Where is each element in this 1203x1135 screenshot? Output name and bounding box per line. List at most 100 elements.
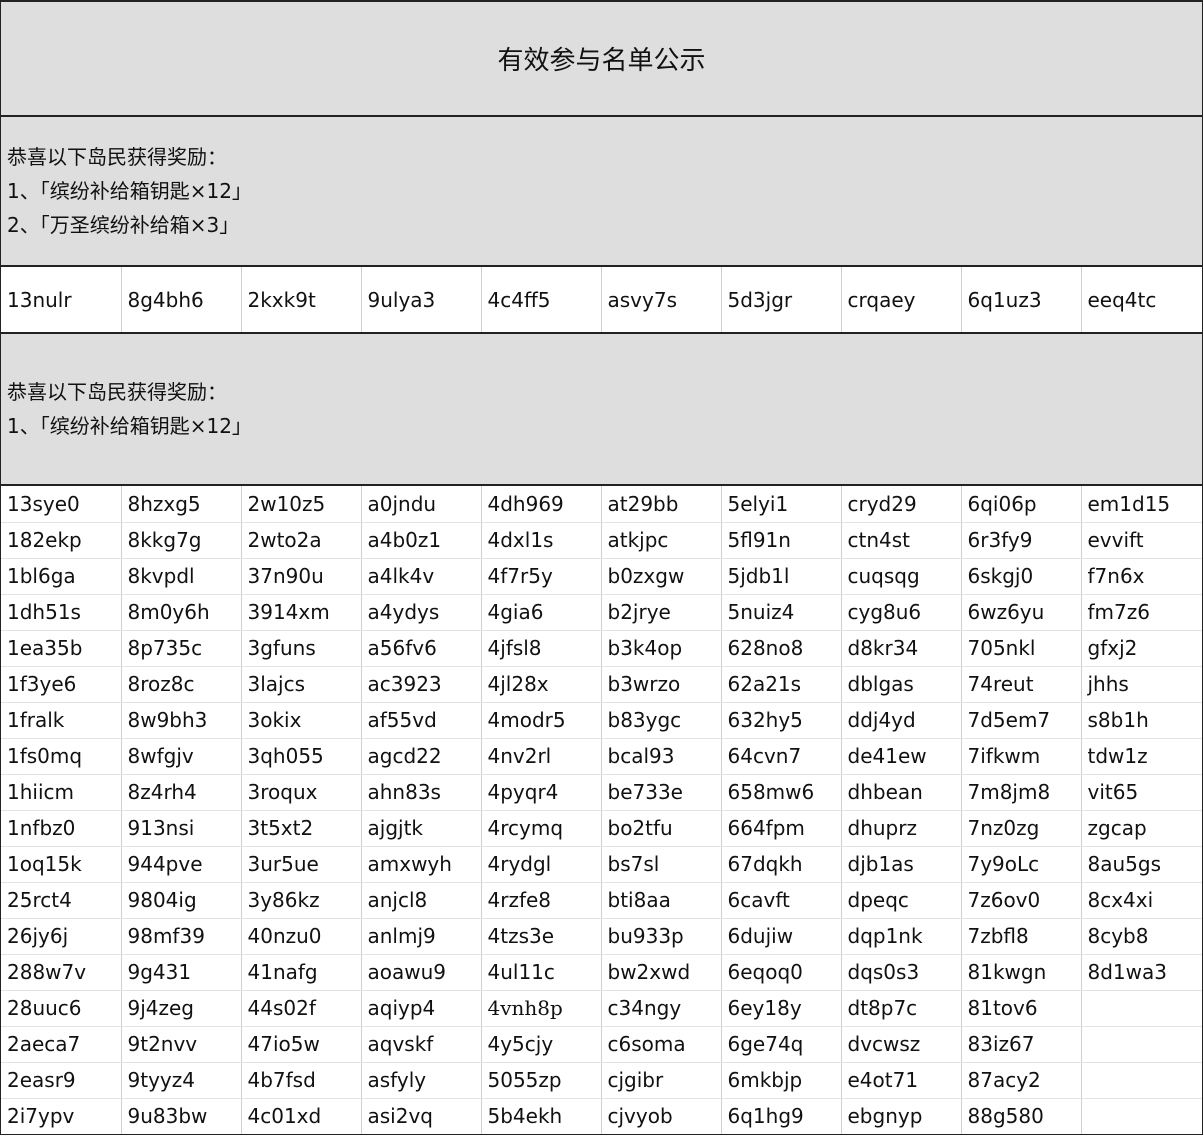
table-row: 1fralk 8w9bh3 3okix af55vd 4modr5 b83ygc 632hy… <box>1 702 1202 739</box>
player-id-cell: djb1as <box>840 846 961 883</box>
player-id-cell: af55vd <box>360 702 481 739</box>
player-id-cell: bs7sl <box>600 846 721 883</box>
player-id-cell: 4c01xd <box>240 1098 361 1135</box>
player-id-cell: cuqsqg <box>840 558 961 595</box>
reward-notice-2: 恭喜以下岛民获得奖励： 1、「缤纷补给箱钥匙×12」 <box>1 334 1202 486</box>
table-row: 13nulr 8g4bh6 2kxk9t 9ulya3 4c4ff5 asvy7… <box>1 267 1202 334</box>
winner-table-2: 13sye0 8hzxg5 2w10z5 a0jndu 4dh969 at29bb 5ely… <box>1 486 1202 1135</box>
player-id-cell: 5055zp <box>480 1062 601 1099</box>
player-id-cell: 8kvpdl <box>120 558 241 595</box>
player-id-cell: 28uuc6 <box>1 990 121 1027</box>
player-id-cell: 7m8jm8 <box>960 774 1081 811</box>
table-row: 1bl6ga 8kvpdl 37n90u a4lk4v 4f7r5y b0zxgw 5jdb… <box>1 558 1202 595</box>
notice-line: 恭喜以下岛民获得奖励： <box>7 145 227 169</box>
player-id-cell: eeq4tc <box>1080 267 1202 334</box>
table-row: 1hiicm 8z4rh4 3roqux ahn83s 4pyqr4 be733e 658m… <box>1 774 1202 811</box>
player-id-cell: cjvyob <box>600 1098 721 1135</box>
player-id-cell: 8cyb8 <box>1080 918 1202 955</box>
table-row: 1nfbz0 913nsi 3t5xt2 ajgjtk 4rcymq bo2tfu 664f… <box>1 810 1202 847</box>
player-id-cell: 632hy5 <box>720 702 841 739</box>
player-id-cell: 4dh969 <box>480 486 601 523</box>
player-id-cell: ddj4yd <box>840 702 961 739</box>
player-id-cell: 4nv2rl <box>480 738 601 775</box>
player-id-cell: 9804ig <box>120 882 241 919</box>
player-id-cell: ebgnyp <box>840 1098 961 1135</box>
player-id-cell: 5jdb1l <box>720 558 841 595</box>
player-id-cell: 4dxl1s <box>480 522 601 559</box>
player-id-cell: b83ygc <box>600 702 721 739</box>
player-id-cell: a56fv6 <box>360 630 481 667</box>
player-id-cell: 7zbfl8 <box>960 918 1081 955</box>
player-id-cell: 6dujiw <box>720 918 841 955</box>
player-id-cell: 8cx4xi <box>1080 882 1202 919</box>
player-id-cell: 47io5w <box>240 1026 361 1063</box>
player-id-cell: 64cvn7 <box>720 738 841 775</box>
player-id-cell: 4rzfe8 <box>480 882 601 919</box>
table-row: 1fs0mq 8wfgjv 3qh055 agcd22 4nv2rl bcal93 64cv… <box>1 738 1202 775</box>
player-id-cell: 2wto2a <box>240 522 361 559</box>
player-id-cell: dt8p7c <box>840 990 961 1027</box>
player-id-cell: 4pyqr4 <box>480 774 601 811</box>
player-id-cell: 5fl91n <box>720 522 841 559</box>
player-id-cell: 4tzs3e <box>480 918 601 955</box>
player-id-cell: a4lk4v <box>360 558 481 595</box>
player-id-cell: 6qi06p <box>960 486 1081 523</box>
player-id-cell: 2easr9 <box>1 1062 121 1099</box>
player-id-cell: 3lajcs <box>240 666 361 703</box>
player-id-cell: bti8aa <box>600 882 721 919</box>
player-id-cell: 658mw6 <box>720 774 841 811</box>
player-id-cell: d8kr34 <box>840 630 961 667</box>
table-row: 2i7ypv 9u83bw 4c01xd asi2vq 5b4ekh cjvyob 6q1h… <box>1 1098 1202 1135</box>
player-id-cell: 6q1uz3 <box>960 267 1081 334</box>
table-row: 1f3ye6 8roz8c 3lajcs ac3923 4jl28x b3wrzo 62a2… <box>1 666 1202 703</box>
player-id-cell: bo2tfu <box>600 810 721 847</box>
player-id-cell: 1fralk <box>1 702 121 739</box>
player-id-cell: 9u83bw <box>120 1098 241 1135</box>
player-id-cell: 6q1hg9 <box>720 1098 841 1135</box>
player-id-cell: dvcwsz <box>840 1026 961 1063</box>
player-id-cell: 8kkg7g <box>120 522 241 559</box>
player-id-cell: atkjpc <box>600 522 721 559</box>
player-id-cell: 4c4ff5 <box>480 267 601 334</box>
player-id-cell: b0zxgw <box>600 558 721 595</box>
player-id-cell: 81tov6 <box>960 990 1081 1027</box>
player-id-cell: 13nulr <box>1 267 121 334</box>
player-id-cell: 1oq15k <box>1 846 121 883</box>
player-id-cell: dhbean <box>840 774 961 811</box>
player-id-cell: dblgas <box>840 666 961 703</box>
player-id-cell: 9ulya3 <box>360 267 481 334</box>
player-id-cell: 3914xm <box>240 594 361 631</box>
player-id-cell: cyg8u6 <box>840 594 961 631</box>
notice-line: 2、「万圣缤纷补给箱×3」 <box>7 213 240 237</box>
player-id-cell: 3qh055 <box>240 738 361 775</box>
player-id-cell: 6skgj0 <box>960 558 1081 595</box>
player-id-cell: 6ey18y <box>720 990 841 1027</box>
player-id-cell: 1bl6ga <box>1 558 121 595</box>
player-id-cell: 83iz67 <box>960 1026 1081 1063</box>
player-id-cell: 6cavft <box>720 882 841 919</box>
player-id-cell: 7nz0zg <box>960 810 1081 847</box>
player-id-cell: vit65 <box>1080 774 1202 811</box>
player-id-cell: 4gia6 <box>480 594 601 631</box>
player-id-cell: ctn4st <box>840 522 961 559</box>
player-id-cell: 1f3ye6 <box>1 666 121 703</box>
table-row: 1dh51s 8m0y6h 3914xm a4ydys 4gia6 b2jrye 5nuiz… <box>1 594 1202 631</box>
table-row: 26jy6j 98mf39 40nzu0 anlmj9 4tzs3e bu933p 6duj… <box>1 918 1202 955</box>
player-id-cell: 8wfgjv <box>120 738 241 775</box>
player-id-cell: 4rcymq <box>480 810 601 847</box>
table-row: 2aeca7 9t2nvv 47io5w aqvskf 4y5cjy c6soma 6ge7… <box>1 1026 1202 1063</box>
player-id-cell: ajgjtk <box>360 810 481 847</box>
player-id-cell: 6r3fy9 <box>960 522 1081 559</box>
player-id-cell: 2aeca7 <box>1 1026 121 1063</box>
player-id-cell: 6ge74q <box>720 1026 841 1063</box>
player-id-cell: 8hzxg5 <box>120 486 241 523</box>
player-id-cell: 3roqux <box>240 774 361 811</box>
player-id-cell: 9g431 <box>120 954 241 991</box>
player-id-cell: 4y5cjy <box>480 1026 601 1063</box>
player-id-cell: 628no8 <box>720 630 841 667</box>
player-id-cell: 4ul11c <box>480 954 601 991</box>
player-id-cell: 944pve <box>120 846 241 883</box>
player-id-cell: 5d3jgr <box>720 267 841 334</box>
player-id-cell: ahn83s <box>360 774 481 811</box>
player-id-cell: 182ekp <box>1 522 121 559</box>
